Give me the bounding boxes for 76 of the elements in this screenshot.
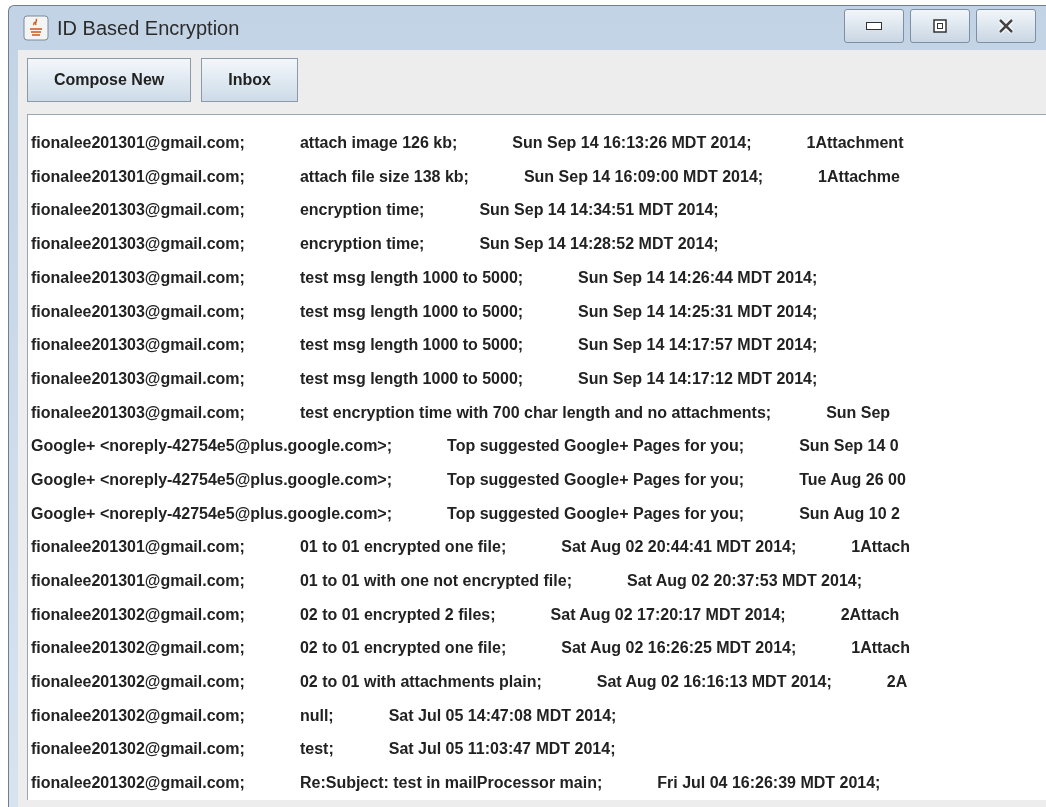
subject-text: 02 to 01 encrypted 2 files;	[299, 604, 496, 625]
subject-text: test msg length 1000 to 5000;	[299, 267, 524, 288]
sender-text: fionalee201301@gmail.com;	[31, 133, 245, 154]
subject-text: null;	[299, 705, 334, 726]
date-text: Sun Sep	[826, 402, 891, 423]
subject-text: Re:Subject: test in mailProcessor main;	[299, 773, 603, 794]
sender-text: Google+ <noreply-42754e5@plus.google.com>;	[31, 503, 393, 524]
date-text: Sun Sep 14 14:34:51 MDT 2014;	[479, 200, 719, 221]
subject-text: 01 to 01 with one not encrypted file;	[299, 571, 572, 592]
window-title: ID Based Encryption	[57, 16, 240, 42]
date-text: Tue Aug 26 00	[799, 469, 906, 490]
subject-text: Top suggested Google+ Pages for you;	[447, 503, 745, 524]
subject-text: 02 to 01 encrypted one file;	[299, 638, 507, 659]
date-text: Fri Jul 04 16:26:39 MDT 2014;	[657, 773, 881, 794]
subject-text: test;	[299, 739, 334, 760]
date-text: Sun Sep 14 0	[799, 436, 899, 457]
attachment-text: 2A	[886, 672, 908, 693]
maximize-icon	[933, 19, 947, 34]
sender-text: fionalee201302@gmail.com;	[31, 739, 245, 760]
subject-text: encryption time;	[299, 234, 425, 255]
sender-text: fionalee201303@gmail.com;	[31, 368, 245, 389]
attachment-text: 1Attach	[851, 537, 910, 558]
date-text: Sun Sep 14 14:26:44 MDT 2014;	[578, 267, 818, 288]
toolbar-button[interactable]: Compose New	[27, 58, 192, 103]
subject-text: test msg length 1000 to 5000;	[299, 335, 524, 356]
date-text: Sat Jul 05 14:47:08 MDT 2014;	[388, 705, 617, 726]
close-button[interactable]	[976, 9, 1036, 44]
sender-text: fionalee201303@gmail.com;	[31, 267, 245, 288]
sender-text: fionalee201302@gmail.com;	[31, 773, 245, 794]
subject-text: 02 to 01 with attachments plain;	[299, 672, 542, 693]
date-text: Sat Aug 02 20:37:53 MDT 2014;	[626, 571, 863, 592]
date-text: Sat Aug 02 17:20:17 MDT 2014;	[550, 604, 786, 625]
subject-text: Top suggested Google+ Pages for you;	[447, 436, 745, 457]
sender-text: fionalee201303@gmail.com;	[31, 234, 245, 255]
close-icon	[997, 18, 1015, 35]
date-text: Sun Sep 14 14:17:12 MDT 2014;	[578, 368, 818, 389]
sender-text: fionalee201303@gmail.com;	[31, 335, 245, 356]
sender-text: fionalee201301@gmail.com;	[31, 571, 245, 592]
date-text: Sun Aug 10 2	[799, 503, 900, 524]
app-icon	[23, 15, 49, 42]
sender-text: fionalee201303@gmail.com;	[31, 200, 245, 221]
sender-text: fionalee201301@gmail.com;	[31, 537, 245, 558]
minimize-button[interactable]	[844, 9, 904, 44]
sender-text: fionalee201301@gmail.com;	[31, 166, 245, 187]
maximize-button[interactable]	[910, 9, 970, 44]
date-text: Sat Aug 02 20:44:41 MDT 2014;	[561, 537, 797, 558]
date-text: Sat Aug 02 16:16:13 MDT 2014;	[596, 672, 832, 693]
subject-text: attach image 126 kb;	[299, 133, 458, 154]
attachment-text: 2Attach	[840, 604, 900, 625]
date-text: Sun Sep 14 14:28:52 MDT 2014;	[479, 234, 719, 255]
attachment-text: 1Attachme	[818, 166, 900, 187]
date-text: Sun Sep 14 14:25:31 MDT 2014;	[578, 301, 818, 322]
minimize-icon	[866, 22, 882, 31]
subject-text: Top suggested Google+ Pages for you;	[447, 469, 745, 490]
sender-text: Google+ <noreply-42754e5@plus.google.com>;	[31, 469, 393, 490]
sender-text: fionalee201302@gmail.com;	[31, 604, 245, 625]
date-text: Sat Aug 02 16:26:25 MDT 2014;	[561, 638, 797, 659]
subject-text: test msg length 1000 to 5000;	[299, 301, 524, 322]
toolbar-button[interactable]: Inbox	[201, 58, 298, 103]
sender-text: fionalee201303@gmail.com;	[31, 402, 245, 423]
date-text: Sun Sep 14 14:17:57 MDT 2014;	[578, 335, 818, 356]
date-text: Sun Sep 14 16:13:26 MDT 2014;	[512, 133, 752, 154]
subject-text: encryption time;	[299, 200, 425, 221]
sender-text: fionalee201302@gmail.com;	[31, 705, 245, 726]
sender-text: fionalee201302@gmail.com;	[31, 672, 245, 693]
subject-text: attach file size 138 kb;	[299, 166, 469, 187]
date-text: Sat Jul 05 11:03:47 MDT 2014;	[388, 739, 616, 760]
attachment-text: 1Attach	[851, 638, 910, 659]
sender-text: fionalee201303@gmail.com;	[31, 301, 245, 322]
date-text: Sun Sep 14 16:09:00 MDT 2014;	[523, 166, 764, 187]
sender-text: fionalee201302@gmail.com;	[31, 638, 245, 659]
sender-text: Google+ <noreply-42754e5@plus.google.com>;	[31, 436, 393, 457]
subject-text: 01 to 01 encrypted one file;	[299, 537, 507, 558]
subject-text: test encryption time with 700 char length and no attachments;	[299, 402, 772, 423]
subject-text: test msg length 1000 to 5000;	[299, 368, 524, 389]
attachment-text: 1Attachment	[806, 133, 904, 154]
